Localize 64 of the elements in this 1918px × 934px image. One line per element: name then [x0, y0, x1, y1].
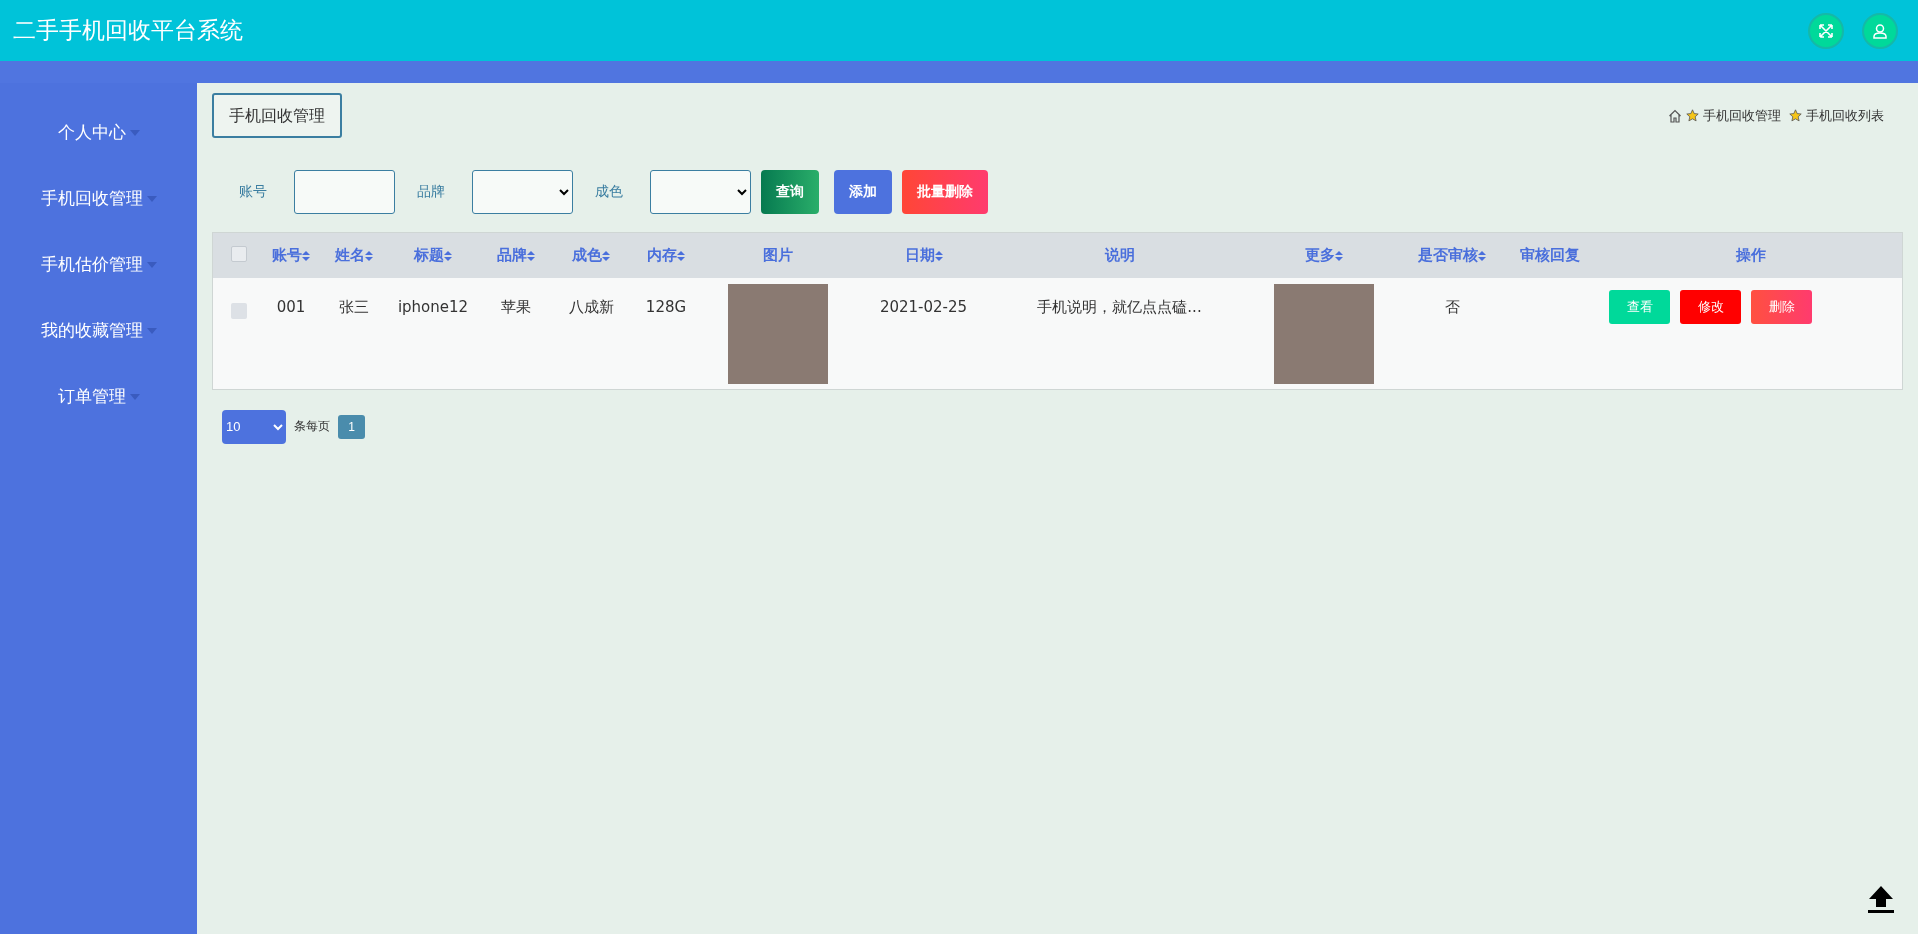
table-cell: iphone12: [397, 298, 469, 316]
user-icon: [1872, 22, 1888, 39]
table-cell: 八成新: [568, 298, 614, 317]
sort-icon[interactable]: [302, 250, 310, 261]
page-title: 手机回收管理: [212, 93, 342, 138]
table-cell: 128G: [645, 298, 687, 316]
sidebar-menu-item[interactable]: 手机回收管理: [0, 165, 197, 231]
caret-icon: [129, 130, 140, 136]
breadcrumb-link[interactable]: 手机回收列表: [1806, 106, 1884, 125]
sort-icon[interactable]: [934, 250, 943, 261]
column-header[interactable]: 更多: [1305, 246, 1343, 265]
column-header[interactable]: 标题: [414, 246, 452, 265]
home-icon[interactable]: [1668, 108, 1682, 123]
view-button[interactable]: 查看: [1609, 290, 1671, 324]
table-cell: 001: [276, 298, 306, 316]
column-header[interactable]: 图片: [763, 246, 793, 265]
field-label: 成色: [595, 183, 623, 201]
column-header[interactable]: 日期: [904, 246, 943, 265]
back-to-top-button[interactable]: [1866, 884, 1896, 914]
table-cell: 苹果: [500, 298, 531, 317]
caret-icon: [146, 328, 157, 334]
sort-icon[interactable]: [677, 250, 685, 261]
sort-icon[interactable]: [1478, 250, 1486, 261]
sidebar-menu-item[interactable]: 订单管理: [0, 363, 197, 429]
star-icon: [1686, 109, 1699, 122]
delete-button[interactable]: 删除: [1751, 290, 1813, 324]
caret-icon: [146, 262, 157, 268]
caret-icon: [129, 394, 140, 400]
sidebar-menu-item[interactable]: 手机估价管理: [0, 231, 197, 297]
per-page-label: 条每页: [294, 418, 330, 435]
checkbox[interactable]: [230, 245, 247, 262]
star-icon: [1789, 109, 1802, 122]
table-cell: 张三: [338, 298, 369, 317]
sort-icon[interactable]: [1335, 250, 1343, 261]
table-cell: 手机说明，就亿点点磕...: [1037, 298, 1202, 317]
page-button[interactable]: 1: [338, 414, 365, 439]
upload-arrow-icon: [1866, 884, 1896, 914]
edit-button[interactable]: 修改: [1680, 290, 1742, 324]
batch-delete-button[interactable]: 批量删除: [902, 170, 988, 214]
user-button[interactable]: [1862, 12, 1898, 49]
field-label: 品牌: [417, 183, 445, 201]
sort-icon[interactable]: [364, 250, 373, 261]
sidebar-menu-item[interactable]: 个人中心: [0, 99, 197, 165]
page-size-dropdown[interactable]: 10: [222, 409, 286, 444]
dropdown-field[interactable]: [650, 170, 751, 214]
sidebar-menu-item[interactable]: 我的收藏管理: [0, 297, 197, 363]
sort-icon[interactable]: [602, 250, 610, 261]
dropdown-field[interactable]: [472, 170, 573, 214]
search-button[interactable]: 查询: [761, 170, 819, 214]
fullscreen-button[interactable]: [1808, 12, 1844, 49]
breadcrumb-link[interactable]: 手机回收管理: [1703, 106, 1781, 125]
sort-icon[interactable]: [526, 250, 535, 261]
caret-icon: [146, 196, 157, 202]
expand-arrows-icon: [1818, 22, 1834, 39]
column-header[interactable]: 说明: [1104, 246, 1135, 265]
add-button[interactable]: 添加: [834, 170, 892, 214]
table-cell: 2021-02-25: [879, 298, 968, 316]
table-cell: 否: [1444, 298, 1460, 317]
input-field[interactable]: [294, 170, 395, 214]
field-label: 账号: [239, 183, 267, 201]
app-title: 二手手机回收平台系统: [13, 16, 243, 45]
sort-icon[interactable]: [444, 250, 452, 261]
column-header[interactable]: 操作: [1735, 246, 1766, 265]
checkbox[interactable]: [230, 303, 247, 319]
